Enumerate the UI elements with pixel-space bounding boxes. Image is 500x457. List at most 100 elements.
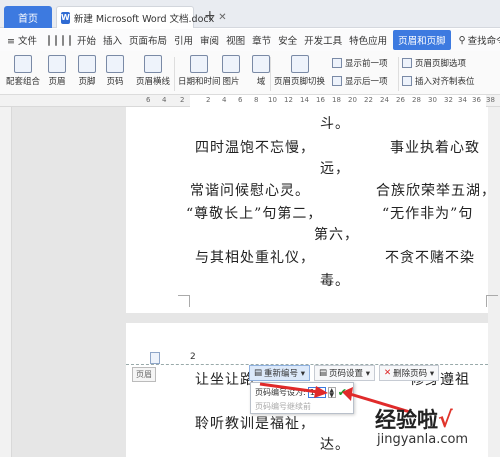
- new-tab-button[interactable]: +: [204, 8, 216, 24]
- prev-icon: [332, 58, 342, 68]
- footer-label: 页脚: [78, 77, 96, 87]
- horizontal-ruler[interactable]: 6 4 2 2 4 6 8 10 12 14 16 18 20 22 24 26…: [0, 95, 500, 107]
- document-title: 新建 Microsoft Word 文档.docx: [73, 13, 215, 25]
- header-options-label: 页眉页脚选项: [415, 59, 467, 69]
- header-label: 页眉: [48, 77, 66, 87]
- header-line-icon: [144, 55, 162, 73]
- show-prev-label: 显示前一项: [345, 59, 388, 69]
- menu-item-review[interactable]: 审阅: [199, 31, 220, 49]
- header-page-number[interactable]: 2: [190, 352, 196, 362]
- field-icon: [252, 55, 270, 73]
- header-tag: 页眉: [132, 367, 156, 382]
- divider: [174, 57, 175, 91]
- ruler-mark: 30: [428, 96, 437, 104]
- poem-line: 斗。: [320, 116, 350, 132]
- ribbon: 配套组合 页眉 页脚 页码 页眉横线 日期和时间 图片 域 页眉页脚切换 显示前…: [0, 51, 500, 95]
- poem-line: “尊敬长上”句第二，: [186, 206, 323, 222]
- ruler-mark: 2: [206, 96, 211, 104]
- menu-item-reference[interactable]: 引用: [173, 31, 194, 49]
- poem-line: 第六，: [314, 227, 359, 243]
- header-footer-switch-button[interactable]: 页眉页脚切换: [274, 55, 325, 87]
- tab-document[interactable]: W 新建 Microsoft Word 文档.docx ✕: [56, 6, 227, 28]
- ruler-mark: 26: [396, 96, 405, 104]
- print-icon[interactable]: [61, 34, 64, 46]
- next-icon: [332, 76, 342, 86]
- footer-button[interactable]: 页脚: [78, 55, 96, 87]
- menu-item-developer[interactable]: 开发工具: [303, 31, 343, 49]
- page-corner-mark: [486, 295, 498, 307]
- menu-item-section[interactable]: 章节: [251, 31, 272, 49]
- ruler-mark: 34: [458, 96, 467, 104]
- page-corner-mark: [178, 295, 190, 307]
- vertical-scrollbar[interactable]: [488, 107, 500, 457]
- header-options-button[interactable]: 页眉页脚选项: [402, 57, 466, 69]
- tab-stop-icon: [402, 76, 412, 86]
- menu-item-header-footer[interactable]: 页眉和页脚: [393, 30, 451, 50]
- page-number-button[interactable]: 页码: [106, 55, 124, 87]
- arrow-head-icon: [314, 386, 328, 398]
- insert-align-tab-button[interactable]: 插入对齐制表位: [402, 75, 475, 87]
- poem-line: “无作非为”句: [382, 206, 474, 222]
- calendar-icon: [190, 55, 209, 73]
- menu-item-view[interactable]: 视图: [225, 31, 246, 49]
- ruler-mark: 14: [300, 96, 309, 104]
- picture-button[interactable]: 图片: [222, 55, 240, 87]
- poem-line: 不贪不赌不染: [385, 250, 475, 266]
- ruler-mark: 24: [380, 96, 389, 104]
- header-line-button[interactable]: 页眉横线: [136, 55, 170, 87]
- file-menu[interactable]: ≡ 文件: [6, 31, 38, 49]
- poem-line: 常谐问候慰心灵。: [190, 183, 310, 199]
- show-next-button[interactable]: 显示后一项: [332, 75, 388, 87]
- show-prev-button[interactable]: 显示前一项: [332, 57, 388, 69]
- preview-icon[interactable]: [68, 34, 71, 46]
- date-time-button[interactable]: 日期和时间: [178, 55, 221, 87]
- footer-icon: [78, 55, 96, 73]
- tab-home[interactable]: 首页: [4, 6, 52, 28]
- delete-icon: ✕: [384, 368, 392, 378]
- divider: [270, 57, 271, 91]
- close-icon[interactable]: ✕: [218, 12, 226, 23]
- poem-line: 达。: [320, 437, 350, 453]
- watermark-text: 经验啦: [375, 408, 438, 432]
- search-icon: ⚲: [458, 34, 466, 46]
- divider: [398, 57, 399, 91]
- ruler-mark: 28: [412, 96, 421, 104]
- settings-icon: ▤: [319, 368, 328, 378]
- menu-item-insert[interactable]: 插入: [102, 31, 123, 49]
- renumber-icon: ▤: [254, 368, 263, 378]
- combo-label: 配套组合: [6, 77, 41, 87]
- field-label: 域: [256, 77, 266, 87]
- menu-item-layout[interactable]: 页面布局: [128, 31, 168, 49]
- options-icon: [402, 58, 412, 68]
- page-number-label: 页码: [106, 77, 124, 87]
- search-box[interactable]: ⚲ 查找命令...: [458, 33, 500, 48]
- combo-icon: [14, 55, 32, 73]
- ruler-mark: 6: [146, 96, 151, 104]
- search-label: 查找命令...: [467, 36, 500, 47]
- insert-align-tab-label: 插入对齐制表位: [415, 77, 475, 87]
- page-icon: [150, 352, 160, 364]
- watermark-check-icon: √: [438, 408, 453, 433]
- ruler-mark: 20: [348, 96, 357, 104]
- ruler-mark: 10: [268, 96, 277, 104]
- ruler-mark: 32: [444, 96, 453, 104]
- menu-item-special[interactable]: 特色应用: [348, 31, 388, 49]
- poem-line: 与其相处重礼仪，: [195, 250, 315, 266]
- ruler-mark: 16: [316, 96, 325, 104]
- ruler-mark: 12: [284, 96, 293, 104]
- header-button[interactable]: 页眉: [48, 55, 66, 87]
- ruler-mark: 22: [364, 96, 373, 104]
- arrow-line: [259, 382, 319, 394]
- menu-item-start[interactable]: 开始: [76, 31, 97, 49]
- arrow-head-icon: [342, 387, 353, 401]
- poem-line: 让坐让路: [195, 372, 255, 388]
- menu-item-security[interactable]: 安全: [277, 31, 298, 49]
- save-icon[interactable]: [47, 34, 50, 46]
- header-icon: [48, 55, 66, 73]
- field-button[interactable]: 域: [252, 55, 270, 87]
- open-icon[interactable]: [54, 34, 57, 46]
- combo-button[interactable]: 配套组合: [6, 55, 40, 87]
- switch-label: 页眉页脚切换: [274, 77, 326, 87]
- vertical-ruler[interactable]: [0, 107, 12, 457]
- ruler-mark: 4: [162, 96, 167, 104]
